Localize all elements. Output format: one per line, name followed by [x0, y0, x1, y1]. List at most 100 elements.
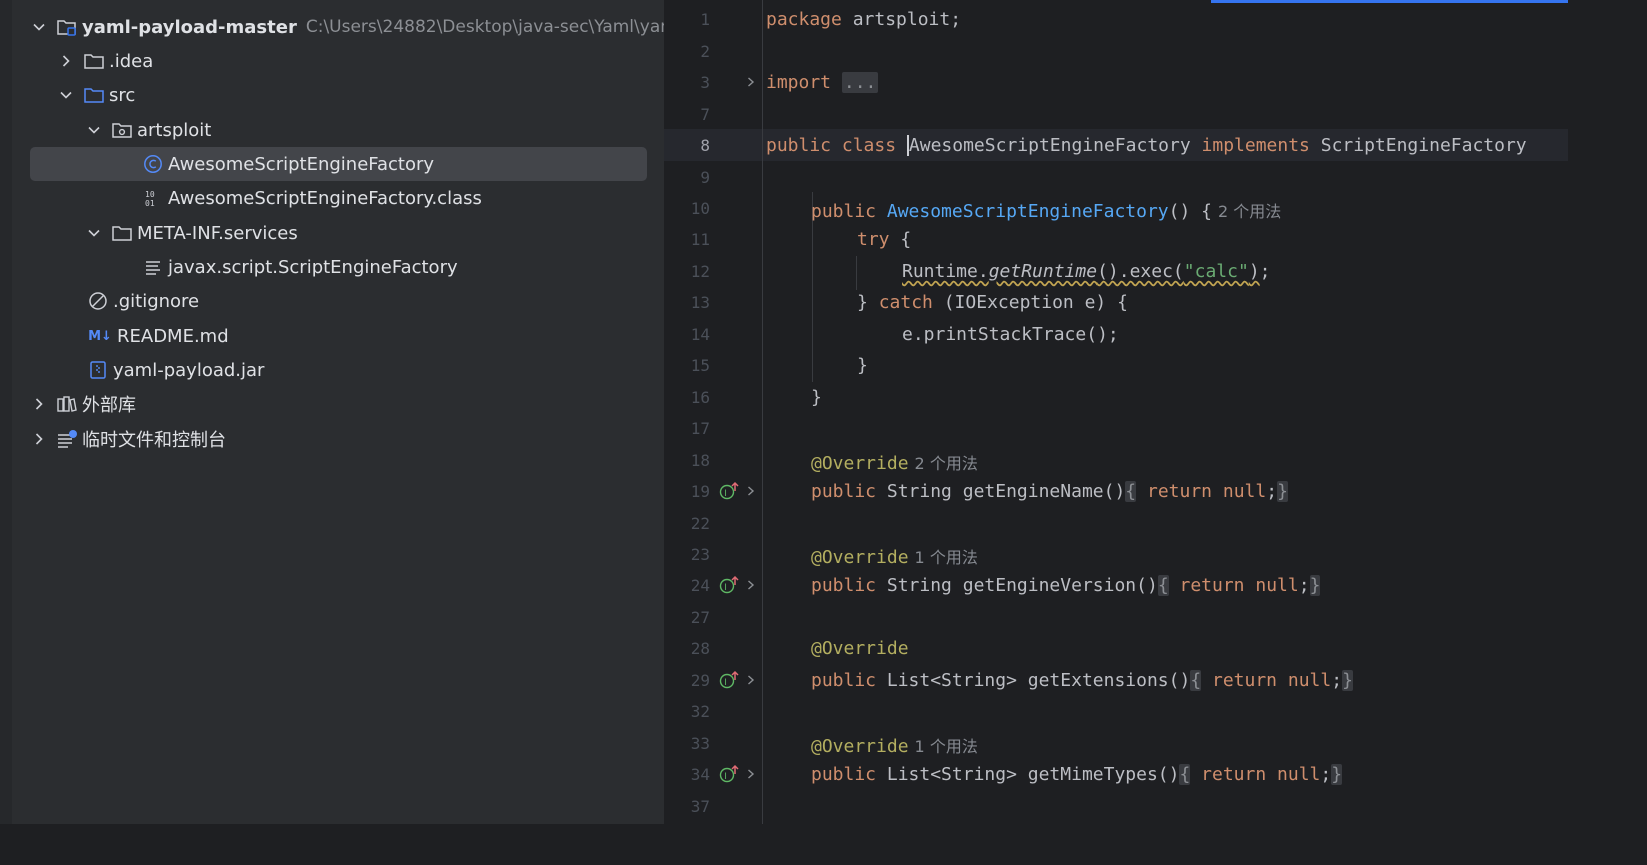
fold-expand-icon[interactable]	[744, 74, 758, 90]
package-icon	[111, 119, 133, 141]
chevron-down-icon[interactable]	[85, 121, 103, 139]
tree-item-jar[interactable]: yaml-payload.jar	[30, 353, 664, 387]
tree-item-meta-inf[interactable]: META-INF.services	[30, 216, 664, 250]
code-line[interactable]: 10 public AwesomeScriptEngineFactory() {…	[664, 193, 1568, 225]
keyword: return	[1201, 764, 1267, 785]
tree-item-artsploit[interactable]: artsploit	[30, 113, 664, 147]
code-line[interactable]: 37	[664, 791, 1568, 823]
line-number: 3	[700, 73, 710, 92]
keyword: public	[811, 764, 877, 785]
usages-hint[interactable]: 2 个用法	[1218, 202, 1281, 221]
svg-text:I: I	[724, 678, 727, 688]
code-line[interactable]: 7	[664, 99, 1568, 131]
constructor-name: AwesomeScriptEngineFactory	[886, 201, 1169, 222]
line-number: 17	[690, 419, 710, 438]
tree-item-project-root[interactable]: yaml-payload-master C:\Users\24882\Deskt…	[30, 10, 664, 44]
chevron-right-icon[interactable]	[30, 430, 48, 448]
line-number: 15	[690, 356, 710, 375]
code-line[interactable]: 14 e.printStackTrace();	[664, 319, 1568, 351]
code-line[interactable]: 27	[664, 602, 1568, 634]
chevron-down-icon[interactable]	[85, 224, 103, 242]
line-number: 12	[690, 262, 710, 281]
code-line[interactable]: 3 import ...	[664, 67, 1568, 99]
code-line[interactable]: 22	[664, 508, 1568, 540]
code-line[interactable]: 12 Runtime.getRuntime().exec("calc");	[664, 256, 1568, 288]
code-line[interactable]: 33 @Override 1 个用法	[664, 728, 1568, 760]
tree-item-readme[interactable]: M↓ README.md	[30, 319, 664, 353]
code-line[interactable]: 32	[664, 696, 1568, 728]
source-folder-icon	[83, 84, 105, 106]
tree-item-label: .gitignore	[113, 290, 200, 312]
code-line[interactable]: 13 } catch (IOException e) {	[664, 287, 1568, 319]
code-text: public List<String> getMimeTypes(){ retu…	[811, 764, 1343, 785]
implements-method-icon[interactable]: I	[719, 574, 741, 596]
tree-item-services-file[interactable]: javax.script.ScriptEngineFactory	[30, 250, 664, 284]
folded-brace[interactable]: }	[1309, 575, 1321, 596]
tree-item-external-libraries[interactable]: 外部库	[30, 387, 647, 421]
tree-item-scratches[interactable]: 临时文件和控制台	[30, 422, 647, 456]
code-line[interactable]: 17	[664, 413, 1568, 445]
code-line[interactable]: 9	[664, 162, 1568, 194]
folded-brace[interactable]: {	[1157, 575, 1169, 596]
fold-expand-icon[interactable]	[744, 577, 758, 593]
usages-hint[interactable]: 1 个用法	[915, 737, 978, 756]
fold-expand-icon[interactable]	[744, 766, 758, 782]
line-number: 34	[690, 765, 710, 784]
folded-brace[interactable]: }	[1277, 481, 1288, 502]
fold-expand-icon[interactable]	[744, 672, 758, 688]
keyword: return	[1212, 670, 1278, 691]
code-line[interactable]: 1 package artsploit;	[664, 4, 1568, 36]
tree-item-class-file[interactable]: 10 01 AwesomeScriptEngineFactory.class	[30, 181, 664, 215]
usages-hint[interactable]: 1 个用法	[915, 548, 978, 567]
code-line[interactable]: 24 I public String getEngineVersion(){ r…	[664, 570, 1568, 602]
implements-method-icon[interactable]: I	[719, 480, 741, 502]
chevron-right-icon[interactable]	[30, 395, 48, 413]
code-line[interactable]: 29 I public List<String> getExtensions()…	[664, 665, 1568, 697]
tree-item-label: 临时文件和控制台	[82, 430, 226, 451]
string-literal: "calc"	[1183, 261, 1249, 282]
tree-item-gitignore[interactable]: .gitignore	[30, 284, 664, 318]
folded-brace[interactable]: {	[1125, 481, 1137, 502]
code-line[interactable]: 18 @Override 2 个用法	[664, 445, 1568, 477]
line-number: 11	[690, 230, 710, 249]
line-number: 33	[690, 734, 710, 753]
line-number: 13	[690, 293, 710, 312]
annotation: @Override	[811, 638, 909, 659]
folded-imports[interactable]: ...	[841, 72, 879, 93]
keyword: public	[766, 135, 832, 156]
svg-text:01: 01	[145, 199, 155, 208]
code-line[interactable]: 15 }	[664, 350, 1568, 382]
code-line[interactable]: 16 }	[664, 382, 1568, 414]
text-file-icon	[142, 256, 164, 278]
svg-text:I: I	[724, 772, 727, 782]
usages-hint[interactable]: 2 个用法	[915, 454, 978, 473]
markdown-badge: M↓	[88, 328, 112, 344]
tree-item-idea[interactable]: .idea	[30, 44, 664, 78]
code-line[interactable]: 28 @Override	[664, 633, 1568, 665]
chevron-down-icon[interactable]	[30, 18, 48, 36]
implements-method-icon[interactable]: I	[719, 763, 741, 785]
fold-expand-icon[interactable]	[744, 483, 758, 499]
tree-item-src[interactable]: src	[30, 78, 664, 112]
editor-tab-accent	[1211, 0, 1568, 3]
tree-item-label: javax.script.ScriptEngineFactory	[168, 256, 458, 278]
code-line[interactable]: 19 I public String getEngineName(){ retu…	[664, 476, 1568, 508]
code-line[interactable]: 23 @Override 1 个用法	[664, 539, 1568, 571]
library-icon	[56, 393, 78, 415]
code-line[interactable]: 11 try {	[664, 224, 1568, 256]
folded-brace[interactable]: }	[1342, 670, 1353, 691]
code-text: }	[811, 387, 822, 408]
code-line[interactable]: 34 I public List<String> getMimeTypes(){…	[664, 759, 1568, 791]
tree-item-awesome-class[interactable]: AwesomeScriptEngineFactory	[30, 147, 647, 181]
line-number: 29	[690, 671, 710, 690]
code-editor[interactable]: 1 package artsploit; 2 3 import ... 7 8 …	[664, 0, 1568, 824]
folded-brace[interactable]: {	[1179, 764, 1191, 785]
folded-brace[interactable]: }	[1331, 764, 1343, 785]
code-line[interactable]: 2	[664, 36, 1568, 68]
folded-brace[interactable]: {	[1190, 670, 1202, 691]
class-name: AwesomeScriptEngineFactory	[906, 135, 1191, 156]
code-line-current[interactable]: 8 public class AwesomeScriptEngineFactor…	[664, 130, 1568, 162]
implements-method-icon[interactable]: I	[719, 669, 741, 691]
chevron-down-icon[interactable]	[57, 86, 75, 104]
chevron-right-icon[interactable]	[57, 52, 75, 70]
